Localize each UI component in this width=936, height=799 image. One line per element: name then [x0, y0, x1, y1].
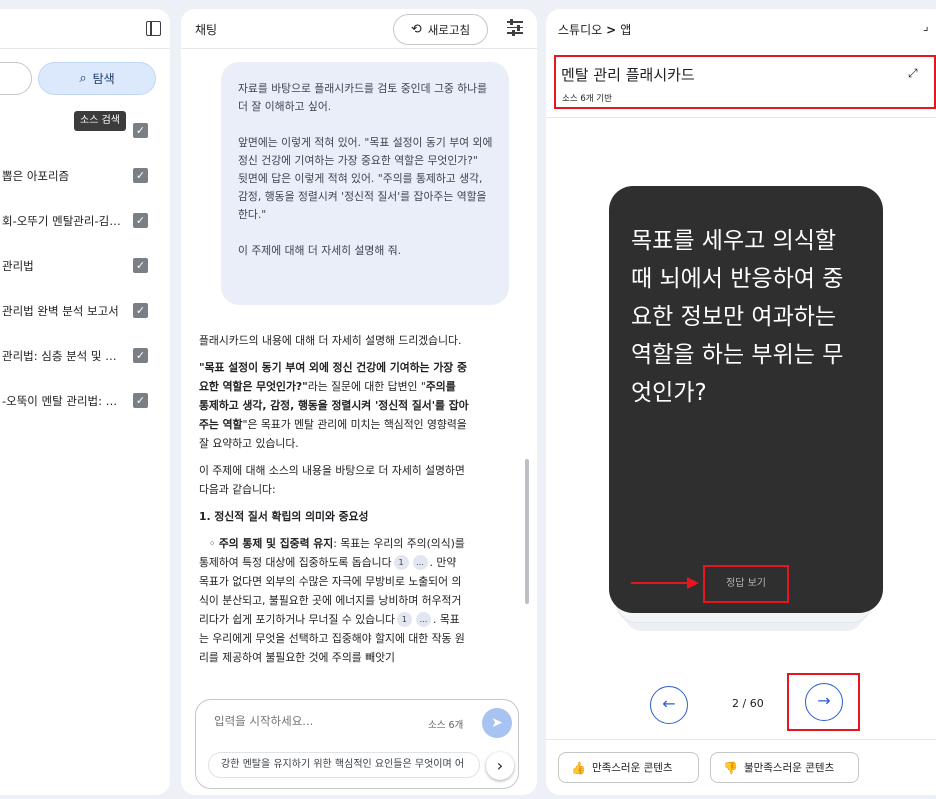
sources-actions: ⌕ 탐색 — [0, 62, 170, 96]
source-count: 소스 6개 — [428, 720, 464, 731]
search-spark-icon: ⌕ — [79, 71, 87, 86]
card-page-indicator: 2 / 60 — [732, 697, 764, 710]
citation-more-chip[interactable]: ... — [415, 612, 431, 627]
thumbs-down-icon: 👎 — [723, 760, 738, 775]
answer-paragraph: 이 주제에 대해 소스의 내용을 바탕으로 더 자세히 설명하면 다음과 같습니… — [199, 464, 465, 496]
based-on-sources: 소스 6개 기반 — [562, 94, 612, 104]
collapse-icon[interactable]: ⌟ — [923, 19, 929, 33]
source-list: ✓ 뽑은 아포리즘 ✓ 회-오뚜기 멘탈관리-김권... ✓ 관리법 ✓ 관리법… — [0, 122, 170, 437]
expand-icon[interactable]: ⤢ — [908, 66, 918, 81]
breadcrumb-separator: > — [606, 23, 617, 37]
flashcard-title-area: 멘탈 관리 플래시카드 소스 6개 기반 ⤢ — [554, 55, 936, 109]
arrow-right-icon: → — [817, 691, 831, 710]
checkbox-checked-icon[interactable]: ✓ — [133, 123, 148, 138]
answer-paragraph: "목표 설정이 동기 부여 외에 정신 건강에 기여하는 가장 중요한 역할은 … — [199, 358, 469, 453]
checkbox-checked-icon[interactable]: ✓ — [133, 303, 148, 318]
flashcard-title: 멘탈 관리 플래시카드 — [561, 66, 695, 84]
breadcrumb-app: 앱 — [620, 23, 632, 37]
send-button[interactable]: ➤ — [482, 708, 512, 738]
chat-panel: 채팅 ⟲ 새로고침 자료를 바탕으로 플래시카드를 검토 중인데 그중 하나를 … — [181, 9, 537, 795]
user-message: 자료를 바탕으로 플래시카드를 검토 중인데 그중 하나를 더 잘 이해하고 싶… — [221, 62, 509, 305]
previous-card-button[interactable]: ← — [650, 686, 688, 724]
source-item[interactable]: 관리법 ✓ — [0, 257, 170, 302]
checkbox-checked-icon[interactable]: ✓ — [133, 348, 148, 363]
chevron-right-icon: › — [496, 756, 504, 775]
checkbox-checked-icon[interactable]: ✓ — [133, 213, 148, 228]
bullet-bold: 주의 통제 및 집중력 유지 — [218, 537, 334, 550]
user-message-line: 앞면에는 이렇게 적혀 있어. "목표 설정이 동기 부여 외에 정신 건강에 … — [238, 136, 493, 167]
suggested-question[interactable]: 강한 멘탈을 유지하기 위한 핵심적인 요인들은 무엇이며 어 — [208, 752, 480, 778]
breadcrumb: 스튜디오 > 앱 — [558, 21, 631, 38]
chat-input-box: 소스 6개 ➤ 강한 멘탈을 유지하기 위한 핵심적인 요인들은 무엇이며 어 … — [195, 699, 519, 789]
search-sources-tooltip: 소스 검색 — [74, 111, 126, 131]
refresh-label: 새로고침 — [427, 22, 471, 37]
sources-panel: ⌕ 탐색 ✓ 뽑은 아포리즘 ✓ 회-오뚜기 멘탈관리-김권... ✓ 관리법 … — [0, 9, 170, 795]
citation-chip[interactable]: 1 — [393, 555, 409, 570]
thumbs-down-button[interactable]: 👎 불만족스러운 콘텐츠 — [710, 752, 859, 783]
answer-heading: 1. 정신적 질서 확립의 의미와 중요성 — [199, 507, 469, 526]
explore-button[interactable]: ⌕ 탐색 — [38, 62, 156, 95]
checkbox-checked-icon[interactable]: ✓ — [133, 258, 148, 273]
arrow-left-icon: ← — [662, 694, 676, 713]
answer-text: 라는 질문에 대한 답변인 " — [307, 380, 426, 393]
send-icon: ➤ — [491, 715, 503, 731]
panel-toggle-icon[interactable] — [146, 21, 161, 36]
source-label: -오뚝이 멘탈 관리법: 10... — [2, 394, 124, 408]
next-card-highlight: → — [787, 673, 860, 731]
user-message-line: 뒷면에 답은 이렇게 적혀 있어. "주의를 통제하고 생각, 감정, 행동을 … — [238, 172, 487, 221]
source-item[interactable]: 뽑은 아포리즘 ✓ — [0, 167, 170, 212]
chat-input[interactable] — [214, 714, 394, 728]
user-message-line: 자료를 바탕으로 플래시카드를 검토 중인데 그중 하나를 더 잘 이해하고 싶… — [238, 82, 488, 113]
tune-settings-icon[interactable] — [507, 19, 523, 36]
answer-bullet: ◦ 주의 통제 및 집중력 유지: 목표는 우리의 주의(의식)를 통제하여 특… — [199, 534, 469, 667]
source-label: 뽑은 아포리즘 — [2, 169, 70, 183]
flashcard[interactable]: 목표를 세우고 의식할 때 뇌에서 반응하여 중요한 정보만 여과하는 역할을 … — [609, 186, 883, 613]
chat-scrollbar[interactable] — [525, 459, 529, 604]
next-suggestion-button[interactable]: › — [486, 752, 514, 780]
next-card-button[interactable]: → — [805, 683, 843, 721]
breadcrumb-studio[interactable]: 스튜디오 — [558, 23, 602, 37]
chat-header: 채팅 ⟲ 새로고침 — [181, 9, 537, 49]
thumbs-up-icon: 👍 — [571, 760, 586, 775]
refresh-icon: ⟲ — [410, 22, 422, 37]
add-source-button[interactable] — [0, 62, 32, 95]
divider — [546, 117, 936, 118]
bullet-marker: ◦ — [209, 537, 219, 550]
checkbox-checked-icon[interactable]: ✓ — [133, 168, 148, 183]
source-label: 관리법 완벽 분석 보고서 — [2, 304, 119, 318]
refresh-button[interactable]: ⟲ 새로고침 — [393, 14, 488, 45]
sources-header — [0, 9, 170, 49]
divider — [546, 739, 936, 740]
user-message-line: 이 주제에 대해 더 자세히 설명해 줘. — [238, 244, 402, 257]
source-label: 관리법: 심층 분석 및 실... — [2, 349, 124, 363]
chat-title: 채팅 — [195, 23, 218, 37]
answer-heading-text: 1. 정신적 질서 확립의 의미와 중요성 — [199, 510, 369, 523]
explore-label: 탐색 — [92, 72, 115, 86]
source-item[interactable]: -오뚝이 멘탈 관리법: 10... ✓ — [0, 392, 170, 437]
citation-chip[interactable]: 1 — [396, 612, 412, 627]
studio-header: 스튜디오 > 앱 ⌟ — [546, 9, 936, 49]
citation-more-chip[interactable]: ... — [412, 555, 428, 570]
flashcard-question: 목표를 세우고 의식할 때 뇌에서 반응하여 중요한 정보만 여과하는 역할을 … — [631, 228, 844, 406]
arrow-annotation-icon — [631, 577, 699, 589]
source-item[interactable]: 관리법 완벽 분석 보고서 ✓ — [0, 302, 170, 347]
source-label: 회-오뚜기 멘탈관리-김권... — [2, 214, 124, 228]
source-label: 관리법 — [2, 259, 34, 273]
checkbox-checked-icon[interactable]: ✓ — [133, 393, 148, 408]
source-item[interactable]: 관리법: 심층 분석 및 실... ✓ — [0, 347, 170, 392]
answer-intro: 플래시카드의 내용에 대해 더 자세히 설명해 드리겠습니다. — [199, 334, 462, 347]
thumbs-up-button[interactable]: 👍 만족스러운 콘텐츠 — [558, 752, 699, 783]
source-item[interactable]: 회-오뚜기 멘탈관리-김권... ✓ — [0, 212, 170, 257]
good-content-label: 만족스러운 콘텐츠 — [591, 762, 673, 774]
studio-panel: 스튜디오 > 앱 ⌟ 멘탈 관리 플래시카드 소스 6개 기반 ⤢ 목표를 세우고 … — [546, 9, 936, 795]
assistant-answer: 플래시카드의 내용에 대해 더 자세히 설명해 드리겠습니다. "목표 설정이 … — [199, 331, 469, 675]
show-answer-button[interactable]: 정답 보기 — [703, 565, 789, 603]
bad-content-label: 불만족스러운 콘텐츠 — [743, 762, 835, 774]
